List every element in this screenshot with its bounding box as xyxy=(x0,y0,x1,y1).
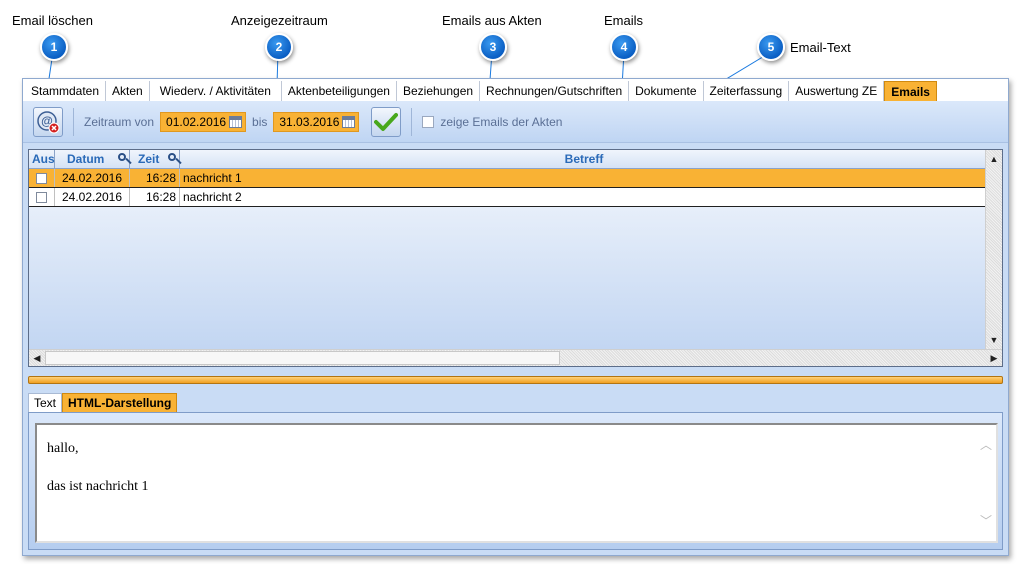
tab-emails[interactable]: Emails xyxy=(884,81,937,101)
chevron-up-icon[interactable]: ︿ xyxy=(980,439,992,451)
grid-horizontal-scrollbar[interactable]: ◀ ▶ xyxy=(29,349,1002,366)
scroll-left-arrow-icon[interactable]: ◀ xyxy=(29,350,45,366)
toolbar-separator xyxy=(73,107,74,136)
row-aus-cell[interactable] xyxy=(29,169,55,187)
tab-wiedervorlagen[interactable]: Wiederv. / Aktivitäten xyxy=(149,81,282,101)
table-row[interactable]: 24.02.2016 16:28 nachricht 2 xyxy=(29,188,985,207)
checkmark-icon xyxy=(374,112,399,131)
email-delete-icon: @ xyxy=(37,110,60,133)
callout-label-anzeigezeitraum: Anzeigezeitraum xyxy=(231,13,328,28)
calendar-icon[interactable] xyxy=(229,115,243,128)
tab-stammdaten[interactable]: Stammdaten xyxy=(25,81,107,101)
bis-label: bis xyxy=(252,114,268,129)
tab-auswertung-ze[interactable]: Auswertung ZE xyxy=(789,81,885,101)
column-header-datum[interactable]: Datum xyxy=(55,150,130,169)
horizontal-scroll-thumb[interactable] xyxy=(45,351,560,365)
callout-label-emails-aus-akten: Emails aus Akten xyxy=(442,13,542,28)
row-betreff: nachricht 2 xyxy=(183,190,242,204)
column-header-datum-label: Datum xyxy=(67,152,105,166)
row-checkbox[interactable] xyxy=(36,191,47,203)
tab-aktenbeteiligungen[interactable]: Aktenbeteiligungen xyxy=(281,81,397,101)
email-toolbar: @ Zeitraum von 01.02.2016 bis 31.03.2016… xyxy=(23,101,1008,143)
row-datum: 24.02.2016 xyxy=(55,169,130,187)
contact-window: Stammdaten Akten Wiederv. / Aktivitäten … xyxy=(22,78,1009,556)
grid-header: Aus Datum Zeit Betreff xyxy=(29,150,985,169)
column-header-betreff[interactable]: Betreff xyxy=(180,150,985,169)
row-betreff: nachricht 1 xyxy=(183,171,242,185)
callout-badge-4: 4 xyxy=(610,33,638,61)
row-zeit: 16:28 xyxy=(130,169,180,187)
callout-badge-5: 5 xyxy=(757,33,785,61)
tab-beziehungen[interactable]: Beziehungen xyxy=(396,81,481,101)
tab-text[interactable]: Text xyxy=(28,393,63,413)
date-from-field[interactable]: 01.02.2016 xyxy=(160,111,247,132)
tab-akten[interactable]: Akten xyxy=(106,81,150,101)
zeitraum-label: Zeitraum von xyxy=(84,114,155,129)
column-header-zeit[interactable]: Zeit xyxy=(130,150,180,169)
tab-rechnungen[interactable]: Rechnungen/Gutschriften xyxy=(480,81,630,101)
row-datum: 24.02.2016 xyxy=(55,188,130,206)
scroll-right-arrow-icon[interactable]: ▶ xyxy=(986,350,1002,366)
callout-label-email-loeschen: Email löschen xyxy=(12,13,93,28)
toolbar-separator xyxy=(411,107,413,136)
row-aus-cell[interactable] xyxy=(29,188,55,206)
callout-label-emails: Emails xyxy=(604,13,644,28)
date-to-value: 31.03.2016 xyxy=(279,114,340,129)
date-from-value: 01.02.2016 xyxy=(166,114,227,129)
show-akten-emails-checkbox[interactable] xyxy=(422,115,435,128)
email-body-line-1: hallo, xyxy=(47,441,79,456)
apply-date-range-button[interactable] xyxy=(371,106,402,137)
detail-tab-bar: Text HTML-Darstellung xyxy=(28,393,178,413)
scroll-down-arrow-icon[interactable]: ▼ xyxy=(986,332,1002,348)
tab-html-darstellung[interactable]: HTML-Darstellung xyxy=(62,393,178,413)
column-header-zeit-label: Zeit xyxy=(138,152,160,166)
email-body-line-2: das ist nachricht 1 xyxy=(47,479,149,494)
date-to-field[interactable]: 31.03.2016 xyxy=(273,111,360,132)
table-row[interactable]: 24.02.2016 16:28 nachricht 1 xyxy=(29,169,985,188)
main-tab-bar: Stammdaten Akten Wiederv. / Aktivitäten … xyxy=(23,79,1008,101)
search-key-icon[interactable] xyxy=(118,153,126,161)
delete-email-button[interactable]: @ xyxy=(33,106,63,137)
email-body-view[interactable]: hallo, das ist nachricht 1 ︿ ﹀ xyxy=(35,423,998,543)
chevron-down-icon[interactable]: ﹀ xyxy=(980,515,992,527)
tab-zeiterfassung[interactable]: Zeiterfassung xyxy=(703,81,790,101)
calendar-icon[interactable] xyxy=(342,115,356,128)
email-list-grid: Aus Datum Zeit Betreff 24.02.2016 16:28 … xyxy=(28,149,1003,367)
grid-vertical-scrollbar[interactable]: ▲ ▼ xyxy=(985,150,1002,349)
column-header-aus[interactable]: Aus xyxy=(29,150,55,169)
callout-label-email-text: Email-Text xyxy=(790,40,851,55)
callout-badge-3: 3 xyxy=(479,33,507,61)
panel-splitter[interactable] xyxy=(28,376,1003,384)
show-akten-emails-label: zeige Emails der Akten xyxy=(440,114,563,129)
callout-badge-2: 2 xyxy=(265,33,293,61)
row-zeit: 16:28 xyxy=(130,188,180,206)
email-detail-panel: hallo, das ist nachricht 1 ︿ ﹀ xyxy=(28,412,1003,550)
search-key-icon[interactable] xyxy=(168,153,176,161)
tab-dokumente[interactable]: Dokumente xyxy=(629,81,704,101)
row-checkbox[interactable] xyxy=(36,172,47,184)
scroll-up-arrow-icon[interactable]: ▲ xyxy=(986,151,1002,167)
callout-badge-1: 1 xyxy=(40,33,68,61)
